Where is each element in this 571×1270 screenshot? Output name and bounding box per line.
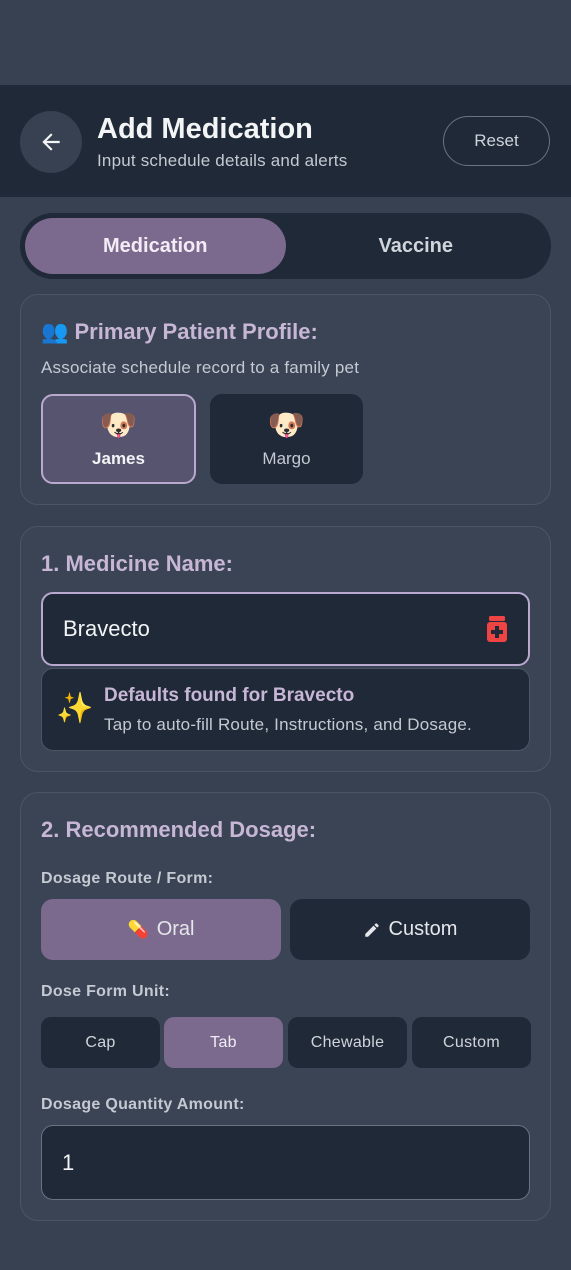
unit-tab-button[interactable]: Tab (164, 1017, 283, 1068)
unit-cap-button[interactable]: Cap (41, 1017, 160, 1068)
pet-name: Margo (262, 449, 311, 468)
defaults-suggestion[interactable]: ✨ Defaults found for Bravecto Tap to aut… (41, 668, 530, 751)
status-bar-area (0, 0, 571, 85)
tab-vaccine[interactable]: Vaccine (286, 218, 547, 274)
defaults-subtitle: Tap to auto-fill Route, Instructions, an… (104, 715, 472, 734)
dosage-card: 2. Recommended Dosage: Dosage Route / Fo… (20, 792, 551, 1221)
route-label: Dosage Route / Form: (41, 870, 214, 887)
unit-label: Dose Form Unit: (41, 983, 170, 1000)
quantity-label: Dosage Quantity Amount: (41, 1096, 245, 1113)
app-header: Add Medication Input schedule details an… (0, 85, 571, 197)
quantity-input[interactable]: 1 (41, 1125, 530, 1200)
patient-profile-card: 👥 Primary Patient Profile: Associate sch… (20, 294, 551, 505)
route-custom-button[interactable]: Custom (290, 899, 530, 960)
medicine-title: 1. Medicine Name: (41, 551, 233, 576)
route-oral-button[interactable]: 💊 Oral (41, 899, 281, 960)
pet-option-margo[interactable]: 🐶 Margo (210, 394, 363, 484)
unit-chewable-button[interactable]: Chewable (288, 1017, 407, 1068)
type-tabs: Medication Vaccine (20, 213, 551, 279)
profile-subtitle: Associate schedule record to a family pe… (41, 358, 360, 377)
dog-icon: 🐶 (267, 409, 306, 442)
medicine-name-value: Bravecto (63, 616, 150, 641)
page-title: Add Medication (97, 113, 313, 145)
pet-name: James (92, 449, 145, 468)
reset-button[interactable]: Reset (443, 116, 550, 166)
medicine-name-input[interactable]: Bravecto (41, 592, 530, 666)
route-custom-label: Custom (388, 918, 458, 940)
sparkles-icon: ✨ (56, 692, 94, 725)
pet-option-james[interactable]: 🐶 James (41, 394, 196, 484)
pill-bottle-icon (487, 616, 507, 642)
route-oral-label: Oral (156, 918, 195, 940)
dosage-title: 2. Recommended Dosage: (41, 817, 317, 842)
page-subtitle: Input schedule details and alerts (97, 151, 348, 170)
pill-icon: 💊 (127, 919, 149, 939)
defaults-title: Defaults found for Bravecto (104, 685, 355, 706)
unit-custom-button[interactable]: Custom (412, 1017, 531, 1068)
arrow-left-icon (42, 133, 60, 151)
pencil-icon (364, 922, 379, 937)
medicine-name-card: 1. Medicine Name: Bravecto ✨ Defaults fo… (20, 526, 551, 772)
dog-icon: 🐶 (99, 409, 138, 442)
back-button[interactable] (20, 111, 82, 173)
tab-medication[interactable]: Medication (25, 218, 286, 274)
profile-title: 👥 Primary Patient Profile: (41, 319, 318, 344)
